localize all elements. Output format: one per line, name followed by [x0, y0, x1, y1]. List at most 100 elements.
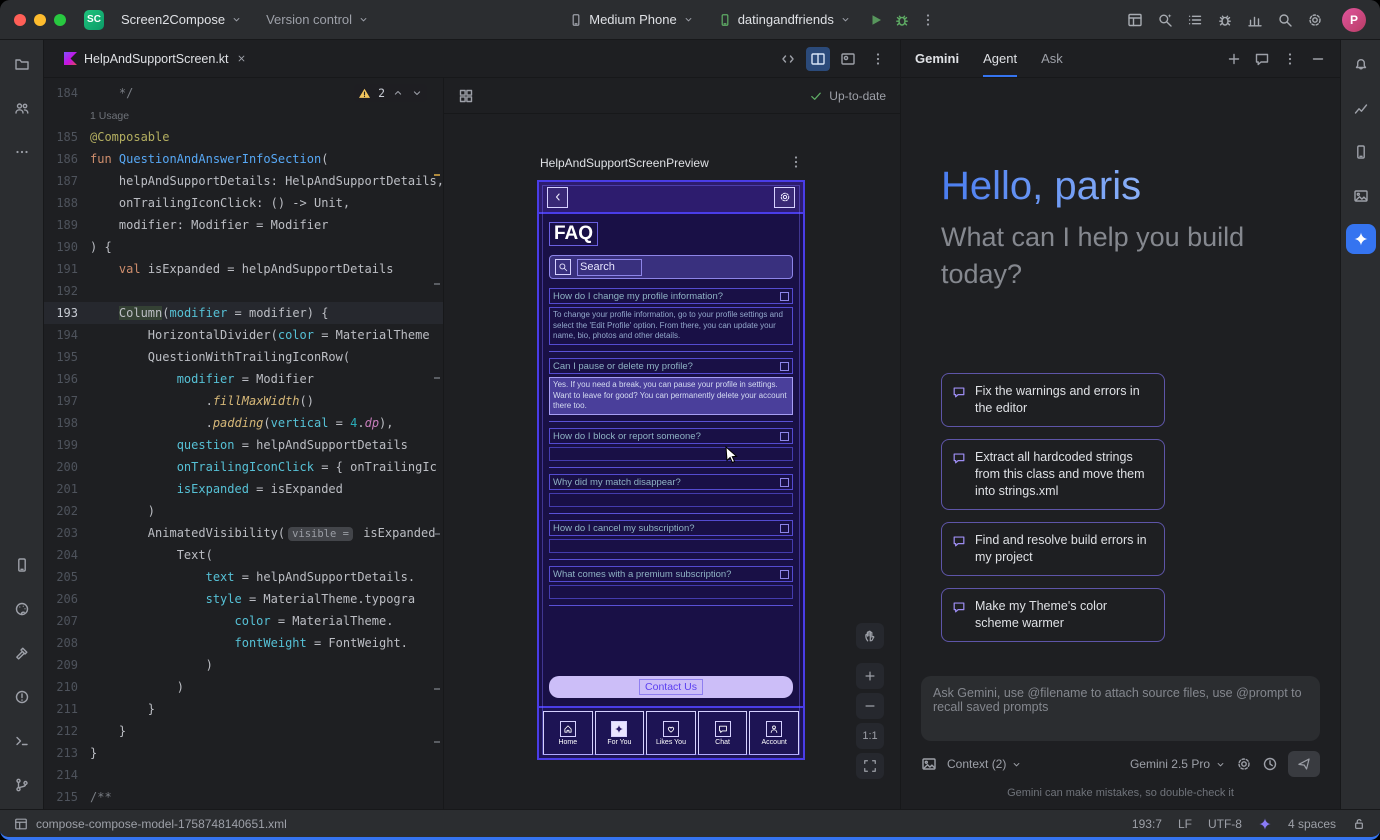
run-button[interactable]: [868, 12, 884, 28]
code-line[interactable]: 188 onTrailingIconClick: () -> Unit,: [44, 192, 443, 214]
caret-position[interactable]: 193:7: [1132, 817, 1162, 831]
line-number[interactable]: 189: [44, 214, 90, 236]
line-number[interactable]: 190: [44, 236, 90, 258]
new-chat-icon[interactable]: [1226, 51, 1242, 67]
code-lines[interactable]: 184 */1 Usage185@Composable186fun Questi…: [44, 82, 443, 808]
code-line[interactable]: 213}: [44, 742, 443, 764]
editor-scrollbar[interactable]: [433, 78, 441, 809]
debug-button[interactable]: [894, 12, 910, 28]
line-number[interactable]: 215: [44, 786, 90, 808]
gemini-prompt-input[interactable]: [933, 686, 1308, 728]
suggestion-card[interactable]: Extract all hardcoded strings from this …: [941, 439, 1165, 510]
code-line[interactable]: 187 helpAndSupportDetails: HelpAndSuppor…: [44, 170, 443, 192]
device-explorer-icon[interactable]: [1347, 138, 1375, 166]
preview-canvas[interactable]: HelpAndSupportScreenPreview FAQ Search: [444, 114, 900, 809]
line-separator[interactable]: LF: [1178, 817, 1192, 831]
code-inlay-row[interactable]: 1 Usage: [44, 104, 443, 126]
chat-history-icon[interactable]: [1254, 51, 1270, 67]
code-line[interactable]: 215/**: [44, 786, 443, 808]
code-line[interactable]: 195 QuestionWithTrailingIconRow(: [44, 346, 443, 368]
line-number[interactable]: 185: [44, 126, 90, 148]
code-line[interactable]: 186fun QuestionAndAnswerInfoSection(: [44, 148, 443, 170]
zoom-in-button[interactable]: [856, 663, 884, 689]
version-control-icon[interactable]: [8, 771, 36, 799]
code-line[interactable]: 201 isExpanded = isExpanded: [44, 478, 443, 500]
code-editor[interactable]: 184 */1 Usage185@Composable186fun Questi…: [44, 78, 444, 809]
layout-inspector-icon[interactable]: [1122, 7, 1148, 33]
vcs-widget[interactable]: Version control: [259, 8, 376, 31]
code-line[interactable]: 190) {: [44, 236, 443, 258]
next-problem-icon[interactable]: [411, 87, 423, 99]
run-configuration-selector[interactable]: datingandfriends: [711, 8, 858, 31]
hide-panel-icon[interactable]: [1310, 51, 1326, 67]
prompt-history-icon[interactable]: [1262, 756, 1278, 772]
code-line[interactable]: 191 val isExpanded = helpAndSupportDetai…: [44, 258, 443, 280]
status-file-name[interactable]: compose-compose-model-1758748140651.xml: [36, 817, 287, 831]
code-line[interactable]: 192: [44, 280, 443, 302]
more-run-actions-icon[interactable]: [920, 12, 936, 28]
code-line[interactable]: 197 .fillMaxWidth(): [44, 390, 443, 412]
line-number[interactable]: 195: [44, 346, 90, 368]
code-line[interactable]: 206 style = MaterialTheme.typogra: [44, 588, 443, 610]
code-line[interactable]: 194 HorizontalDivider(color = MaterialTh…: [44, 324, 443, 346]
task-list-icon[interactable]: [1182, 7, 1208, 33]
editor-tab[interactable]: HelpAndSupportScreen.kt: [54, 40, 257, 77]
minimize-window-button[interactable]: [34, 14, 46, 26]
problems-icon[interactable]: [8, 683, 36, 711]
code-line[interactable]: 205 text = helpAndSupportDetails.: [44, 566, 443, 588]
tab-ask[interactable]: Ask: [1041, 40, 1063, 77]
code-line[interactable]: 208 fontWeight = FontWeight.: [44, 632, 443, 654]
gemini-input-box[interactable]: [921, 676, 1320, 741]
line-number[interactable]: 184: [44, 82, 90, 104]
line-number[interactable]: 200: [44, 456, 90, 478]
usage-hint[interactable]: 1 Usage: [90, 110, 129, 122]
profiler-icon[interactable]: [1242, 7, 1268, 33]
split-view-button[interactable]: [806, 47, 830, 71]
build-icon[interactable]: [8, 639, 36, 667]
code-line[interactable]: 207 color = MaterialTheme.: [44, 610, 443, 632]
indent-setting[interactable]: 4 spaces: [1288, 817, 1336, 831]
model-selector[interactable]: Gemini 2.5 Pro: [1130, 757, 1226, 771]
ai-completion-status-icon[interactable]: [1258, 817, 1272, 831]
send-button[interactable]: [1288, 751, 1320, 777]
code-view-button[interactable]: [776, 47, 800, 71]
gallery-view-icon[interactable]: [458, 88, 474, 104]
logcat-icon[interactable]: [1347, 182, 1375, 210]
line-number[interactable]: 204: [44, 544, 90, 566]
line-number[interactable]: 196: [44, 368, 90, 390]
search-icon[interactable]: [1272, 7, 1298, 33]
code-line[interactable]: 202 ): [44, 500, 443, 522]
code-line[interactable]: 189 modifier: Modifier = Modifier: [44, 214, 443, 236]
gemini-settings-icon[interactable]: [1236, 756, 1252, 772]
running-devices-icon[interactable]: [8, 551, 36, 579]
fullscreen-window-button[interactable]: [54, 14, 66, 26]
line-number[interactable]: 207: [44, 610, 90, 632]
close-tab-icon[interactable]: [236, 53, 247, 64]
code-line[interactable]: 210 ): [44, 676, 443, 698]
line-number[interactable]: 203: [44, 522, 90, 544]
code-line[interactable]: 193 Column(modifier = modifier) {: [44, 302, 443, 324]
line-number[interactable]: 193: [44, 302, 90, 324]
line-number[interactable]: 214: [44, 764, 90, 786]
line-number[interactable]: 213: [44, 742, 90, 764]
code-line[interactable]: 199 question = helpAndSupportDetails: [44, 434, 443, 456]
line-number[interactable]: 208: [44, 632, 90, 654]
code-line[interactable]: 198 .padding(vertical = 4.dp),: [44, 412, 443, 434]
line-number[interactable]: 186: [44, 148, 90, 170]
close-window-button[interactable]: [14, 14, 26, 26]
preview-menu-icon[interactable]: [788, 154, 804, 170]
line-number[interactable]: 205: [44, 566, 90, 588]
design-view-button[interactable]: [836, 47, 860, 71]
line-number[interactable]: 192: [44, 280, 90, 302]
terminal-icon[interactable]: [8, 727, 36, 755]
project-selector[interactable]: Screen2Compose: [114, 8, 249, 31]
code-line[interactable]: 200 onTrailingIconClick = { onTrailingIc: [44, 456, 443, 478]
line-number[interactable]: 210: [44, 676, 90, 698]
file-encoding[interactable]: UTF-8: [1208, 817, 1242, 831]
zoom-out-button[interactable]: [856, 693, 884, 719]
line-number[interactable]: 198: [44, 412, 90, 434]
line-number[interactable]: 191: [44, 258, 90, 280]
resource-manager-icon[interactable]: [8, 595, 36, 623]
code-line[interactable]: 204 Text(: [44, 544, 443, 566]
code-line[interactable]: 209 ): [44, 654, 443, 676]
